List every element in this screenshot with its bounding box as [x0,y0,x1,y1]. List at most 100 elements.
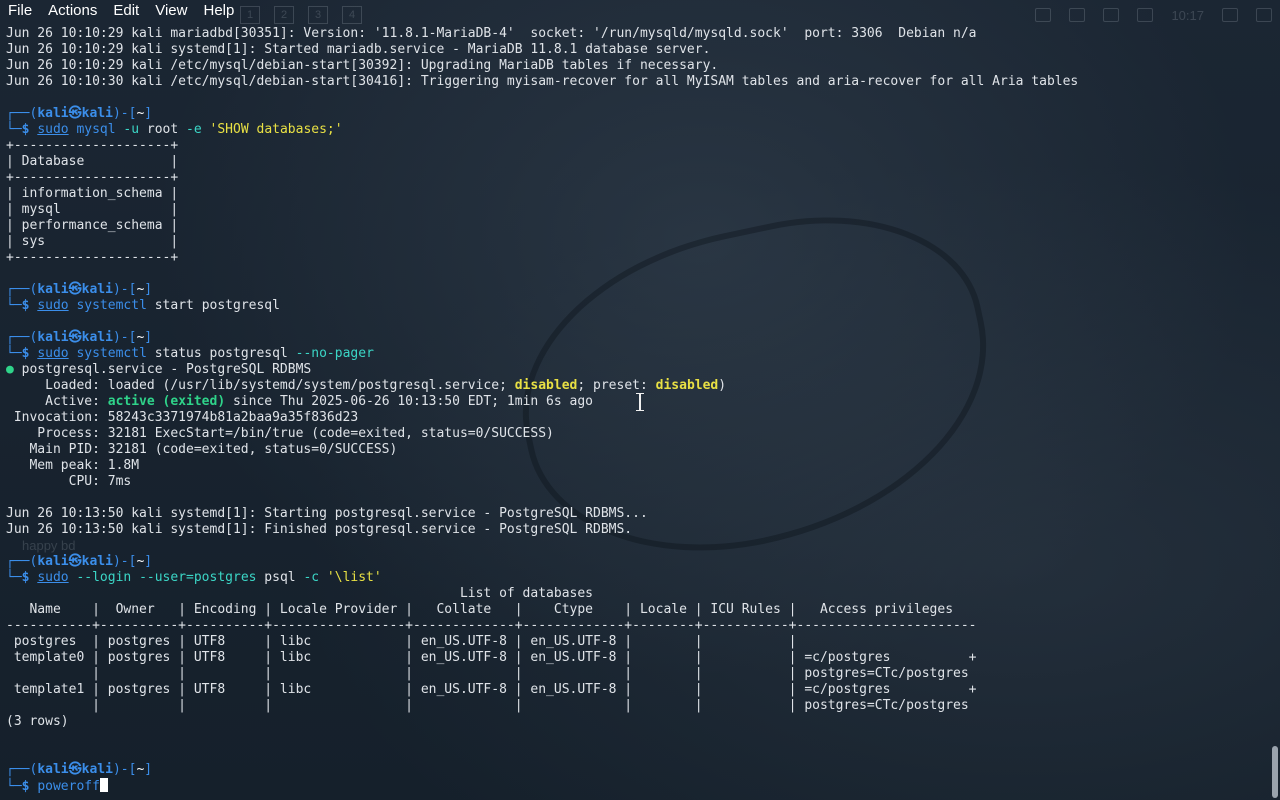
command-token [319,570,327,585]
command-token: poweroff [37,779,100,794]
prompt-frame: ┌──( [6,330,38,345]
terminal-line: | | | | | | | | postgres=CTc/postgres [6,666,969,681]
prompt-host: kali [81,282,113,297]
terminal-line: postgres | postgres | UTF8 | libc | en_U… [6,634,797,649]
text-cursor [99,778,108,792]
prompt-command-line: └─$ poweroff [6,778,1268,794]
terminal-text: ; preset: [577,378,656,393]
terminal-text: disabled [514,378,578,393]
menu-actions[interactable]: Actions [40,0,105,22]
command-token: sudo [37,570,69,585]
prompt-user: kali [37,330,69,345]
command-token: mysql [76,122,116,137]
terminal-line: | mysql | [6,202,179,217]
terminal-line: template1 | postgres | UTF8 | libc | en_… [6,682,977,697]
terminal-line: -----------+----------+----------+------… [6,618,977,633]
prompt-frame: └─ [6,570,22,585]
command-token: -u [123,122,140,137]
prompt-user: kali [37,554,69,569]
command-token: 'SHOW databases;' [209,122,343,137]
command-token: '\list' [326,570,382,585]
terminal-line: ● postgresql.service - PostgreSQL RDBMS [6,362,1268,378]
prompt-command-line: └─$ sudo systemctl start postgresql [6,298,1268,314]
terminal-line: CPU: 7ms [6,474,132,489]
command-token: -c [303,570,320,585]
prompt-frame: )-[ [112,106,137,121]
terminal-line: Jun 26 10:10:29 kali /etc/mysql/debian-s… [6,58,719,73]
terminal-line: | | | | | | | | postgres=CTc/postgres [6,698,969,713]
prompt-frame: )-[ [112,762,137,777]
prompt-frame: ] [144,762,153,777]
prompt-frame: )-[ [112,330,137,345]
command-token: psql [256,570,304,585]
prompt-frame: ┌──( [6,762,38,777]
prompt-host: kali [81,554,113,569]
menu-file[interactable]: File [0,0,40,22]
prompt-user: kali [37,282,69,297]
terminal-line: Jun 26 10:10:30 kali /etc/mysql/debian-s… [6,74,1079,89]
prompt-dollar: $ [21,346,38,361]
terminal-menubar: File Actions Edit View Help [0,0,1280,22]
prompt-frame: ] [144,106,153,121]
menu-help[interactable]: Help [195,0,242,22]
terminal-scrollbar[interactable] [1272,746,1278,798]
prompt-frame: └─ [6,298,22,313]
command-token: systemctl [76,346,147,361]
command-token [202,122,210,137]
terminal-text: Loaded: loaded (/usr/lib/systemd/system/… [6,378,515,393]
terminal-line: List of databases [6,586,593,601]
prompt-separator-icon: ㉿ [68,330,82,345]
terminal-line: | sys | [6,234,179,249]
prompt-command-line: └─$ sudo --login --user=postgres psql -c… [6,570,1268,586]
terminal-output[interactable]: Jun 26 10:10:29 kali mariadbd[30351]: Ve… [6,26,1268,800]
prompt-separator-icon: ㉿ [68,554,82,569]
terminal-line: | performance_schema | [6,218,179,233]
command-token: systemctl [76,298,147,313]
prompt-header: ┌──(kali㉿kali)-[~] [6,762,1268,778]
prompt-host: kali [81,330,113,345]
command-token: --no-pager [295,346,374,361]
command-token: status postgresql [146,346,296,361]
terminal-line: Invocation: 58243c3371974b81a2baa9a35f83… [6,410,359,425]
prompt-frame: ┌──( [6,282,38,297]
prompt-frame: └─ [6,346,22,361]
command-token: sudo [37,122,69,137]
command-token: sudo [37,298,69,313]
terminal-line: Jun 26 10:13:50 kali systemd[1]: Startin… [6,506,648,521]
terminal-line: Jun 26 10:10:29 kali mariadbd[30351]: Ve… [6,26,977,41]
terminal-text: since Thu 2025-06-26 10:13:50 EDT; 1min … [225,394,594,409]
prompt-frame: ] [144,330,153,345]
prompt-frame: )-[ [112,282,137,297]
terminal-line: | Database | [6,154,179,169]
terminal-text: ● [6,362,22,377]
prompt-dollar: $ [21,122,38,137]
terminal-text: active (exited) [107,394,226,409]
terminal-text: postgresql.service - PostgreSQL RDBMS [21,362,312,377]
command-token: start postgresql [146,298,280,313]
terminal-text: ) [718,378,727,393]
prompt-header: ┌──(kali㉿kali)-[~] [6,330,1268,346]
prompt-frame: ] [144,554,153,569]
prompt-frame: )-[ [112,554,137,569]
command-token: root [139,122,187,137]
command-token: --login --user=postgres [76,570,257,585]
prompt-user: kali [37,106,69,121]
prompt-frame: ] [144,282,153,297]
menu-view[interactable]: View [147,0,195,22]
menu-edit[interactable]: Edit [105,0,147,22]
prompt-dollar: $ [21,779,38,794]
terminal-line: Mem peak: 1.8M [6,458,140,473]
command-token: -e [186,122,202,137]
prompt-command-line: └─$ sudo systemctl status postgresql --n… [6,346,1268,362]
prompt-header: ┌──(kali㉿kali)-[~] [6,282,1268,298]
prompt-header: ┌──(kali㉿kali)-[~] [6,106,1268,122]
terminal-line: +--------------------+ [6,250,179,265]
prompt-dollar: $ [21,570,38,585]
terminal-line: Main PID: 32181 (code=exited, status=0/S… [6,442,398,457]
mouse-ibeam-cursor [636,393,644,411]
